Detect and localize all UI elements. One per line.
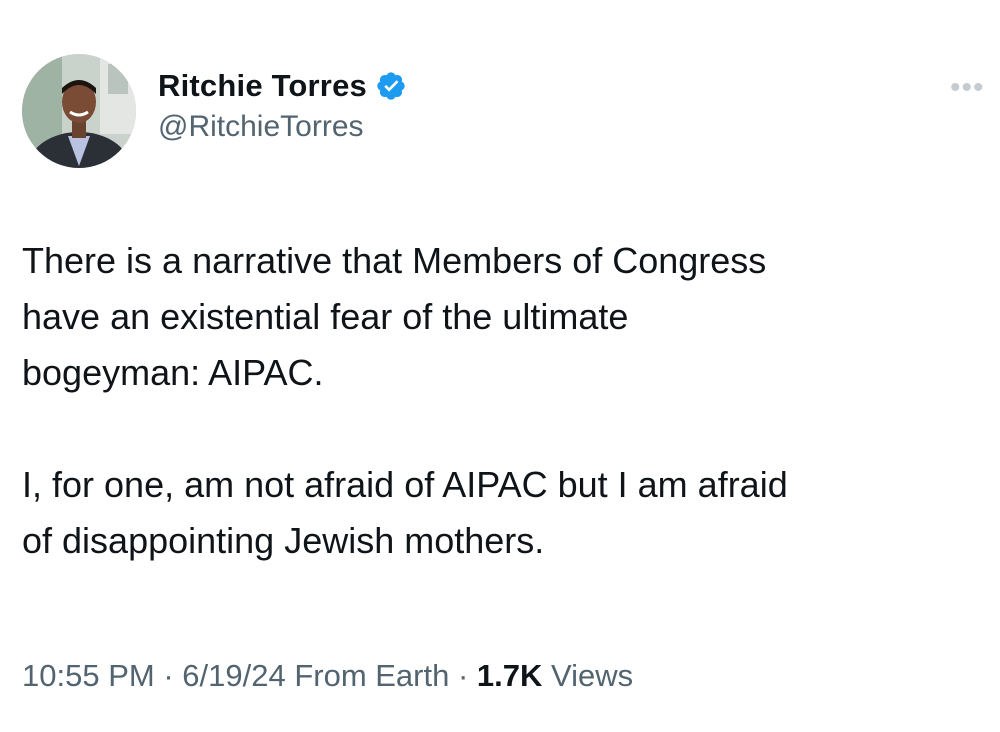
author-handle[interactable]: @RitchieTorres [158, 110, 407, 144]
tweet-source: From Earth [285, 658, 450, 693]
tweet-text: There is a narrative that Members of Con… [22, 233, 982, 569]
avatar-photo-icon [22, 54, 136, 168]
author-avatar[interactable] [22, 54, 136, 168]
author-display-name[interactable]: Ritchie Torres [158, 68, 367, 104]
views-label[interactable]: Views [542, 658, 633, 693]
tweet-meta: 10:55 PM · 6/19/24 From Earth · 1.7K Vie… [22, 658, 633, 694]
views-count[interactable]: 1.7K [477, 658, 542, 693]
more-options-icon[interactable]: ••• [950, 73, 985, 103]
author-block: Ritchie Torres @RitchieTorres [158, 66, 407, 144]
tweet-card: Ritchie Torres @RitchieTorres ••• There … [0, 0, 1000, 732]
tweet-paragraph-2: I, for one, am not afraid of AIPAC but I… [22, 464, 788, 561]
author-name-row: Ritchie Torres [158, 66, 407, 106]
tweet-paragraph-1: There is a narrative that Members of Con… [22, 240, 767, 393]
tweet-date[interactable]: 6/19/24 [182, 658, 285, 693]
verified-badge-icon[interactable] [375, 70, 407, 102]
tweet-time[interactable]: 10:55 PM [22, 658, 155, 693]
meta-separator: · [449, 658, 477, 693]
meta-separator: · [154, 658, 183, 693]
